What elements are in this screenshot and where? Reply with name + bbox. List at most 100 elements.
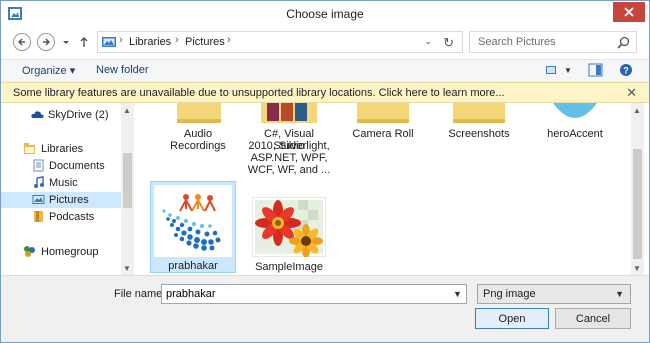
- breadcrumb-separator-icon: ›: [119, 34, 123, 46]
- nav-item-music[interactable]: Music: [1, 175, 121, 191]
- item-caption: Screenshots: [448, 128, 510, 140]
- documents-icon: [33, 159, 44, 172]
- nav-item-documents[interactable]: Documents: [1, 158, 121, 174]
- folder-screenshots[interactable]: Screenshots: [441, 103, 517, 143]
- chevron-down-icon: ▼: [615, 289, 624, 299]
- arrow-right-icon: [43, 38, 50, 46]
- breadcrumb-separator-icon: ›: [175, 34, 179, 46]
- command-bar: Organize ▾ New folder ▼ ?: [1, 59, 649, 81]
- file-type-value: Png image: [483, 288, 536, 300]
- file-hero-accent[interactable]: heroAccent: [539, 103, 611, 143]
- file-list: Audio Recordings C#, Visual Studio 2010,…: [135, 103, 649, 275]
- file-type-select[interactable]: Png image ▼: [477, 284, 631, 304]
- podcasts-icon: [34, 211, 43, 222]
- file-dialog-window: Choose image › Libraries › Pictures › ⌄ …: [0, 0, 650, 343]
- scroll-up-icon[interactable]: ▲: [123, 106, 131, 115]
- folder-icon: [357, 103, 409, 123]
- search-input[interactable]: Search Pictures: [478, 36, 556, 48]
- nav-scrollbar[interactable]: ▲ ▼: [121, 103, 134, 275]
- change-view-icon[interactable]: [545, 63, 561, 77]
- folder-csharp-books[interactable]: C#, Visual Studio 2010, Silverlight, ASP…: [247, 103, 331, 178]
- forward-button[interactable]: [37, 33, 55, 51]
- music-icon: [34, 176, 44, 188]
- content-scrollbar[interactable]: ▲ ▼: [631, 103, 644, 275]
- nav-label-homegroup: Homegroup: [41, 246, 99, 258]
- pictures-library-icon: [102, 37, 116, 47]
- nav-item-libraries[interactable]: Libraries: [1, 141, 121, 157]
- nav-label-skydrive: SkyDrive (2): [48, 109, 109, 121]
- search-box[interactable]: Search Pictures: [469, 31, 637, 53]
- address-row: › Libraries › Pictures › ⌄ ↻ Search Pict…: [1, 27, 649, 59]
- item-caption: Camera Roll: [352, 128, 414, 140]
- file-name-label: File name:: [114, 288, 166, 300]
- image-thumbnail-icon: [553, 103, 597, 118]
- cloud-icon: [31, 111, 44, 118]
- svg-text:?: ?: [623, 66, 629, 76]
- item-caption: heroAccent: [547, 128, 603, 140]
- navigation-pane: SkyDrive (2) Libraries Documents Music P…: [1, 103, 135, 275]
- file-prabhakar[interactable]: prabhakar: [150, 181, 236, 273]
- search-icon[interactable]: [617, 36, 630, 49]
- arrow-left-icon: [18, 38, 25, 46]
- up-button[interactable]: [79, 36, 89, 48]
- item-caption: prabhakar: [168, 260, 218, 272]
- libraries-icon: [24, 143, 35, 154]
- info-bar[interactable]: Some library features are unavailable du…: [1, 82, 649, 103]
- nav-label-podcasts: Podcasts: [49, 211, 95, 223]
- folder-camera-roll[interactable]: Camera Roll: [347, 103, 419, 143]
- back-button[interactable]: [13, 33, 31, 51]
- item-caption: Recordings: [170, 140, 226, 152]
- scroll-down-icon[interactable]: ▼: [633, 264, 641, 273]
- refresh-icon[interactable]: ↻: [443, 35, 454, 51]
- folder-icon: [177, 103, 221, 123]
- organize-button[interactable]: Organize ▾: [22, 64, 75, 77]
- address-bar[interactable]: › Libraries › Pictures › ⌄ ↻: [97, 31, 463, 53]
- file-name-input[interactable]: [161, 284, 467, 304]
- file-name-dropdown-icon[interactable]: ▼: [453, 289, 462, 299]
- item-caption: ASP.NET, WPF,: [250, 152, 328, 164]
- close-button[interactable]: [613, 2, 645, 22]
- nav-item-podcasts[interactable]: Podcasts: [1, 209, 121, 225]
- folder-icon: [453, 103, 505, 123]
- address-dropdown-icon[interactable]: ⌄: [424, 36, 432, 47]
- nav-label-music: Music: [49, 177, 78, 189]
- nav-label-pictures: Pictures: [49, 194, 89, 206]
- item-caption: SampleImage: [255, 261, 323, 273]
- folder-thumbnail-icon: [261, 103, 317, 123]
- dialog-footer: File name: ▼ Png image ▼ Open Cancel: [1, 275, 649, 342]
- info-bar-close-icon[interactable]: ✕: [626, 85, 637, 101]
- breadcrumb-libraries[interactable]: Libraries: [129, 36, 171, 48]
- recent-locations-button[interactable]: [61, 36, 71, 48]
- item-caption: 2010, Silverlight,: [248, 140, 330, 152]
- flower-thumbnail-icon: [252, 197, 326, 257]
- breadcrumb-pictures[interactable]: Pictures: [185, 36, 225, 48]
- item-caption: Audio: [183, 128, 213, 140]
- scroll-down-icon[interactable]: ▼: [123, 264, 131, 273]
- dialog-title: Choose image: [286, 7, 364, 21]
- nav-scroll-thumb[interactable]: [123, 153, 132, 208]
- nav-label-libraries: Libraries: [41, 143, 84, 155]
- pictures-icon: [32, 195, 45, 204]
- title-bar: Choose image: [1, 1, 649, 27]
- chevron-down-icon: [63, 41, 69, 44]
- nav-item-homegroup[interactable]: Homegroup: [1, 244, 121, 260]
- nav-label-documents: Documents: [49, 160, 105, 172]
- close-icon: [624, 7, 634, 17]
- arrow-up-icon: [80, 37, 88, 47]
- open-button[interactable]: Open: [475, 308, 549, 329]
- view-dropdown-icon[interactable]: ▼: [564, 66, 572, 75]
- folder-audio-recordings[interactable]: Audio Recordings: [165, 103, 231, 163]
- cancel-button[interactable]: Cancel: [555, 308, 631, 329]
- logo-thumbnail-icon: [154, 185, 232, 257]
- info-bar-message[interactable]: Some library features are unavailable du…: [13, 87, 505, 99]
- nav-item-pictures[interactable]: Pictures: [1, 192, 121, 208]
- content-scroll-thumb[interactable]: [633, 149, 642, 259]
- preview-pane-icon[interactable]: [588, 63, 604, 77]
- breadcrumb-separator-icon: ›: [227, 34, 231, 46]
- nav-item-skydrive[interactable]: SkyDrive (2): [1, 107, 121, 123]
- file-sample-image[interactable]: SampleImage: [249, 195, 329, 275]
- new-folder-button[interactable]: New folder: [96, 64, 149, 76]
- scroll-up-icon[interactable]: ▲: [633, 106, 641, 115]
- help-icon[interactable]: ?: [618, 63, 634, 77]
- item-caption: WCF, WF, and ...: [247, 164, 331, 176]
